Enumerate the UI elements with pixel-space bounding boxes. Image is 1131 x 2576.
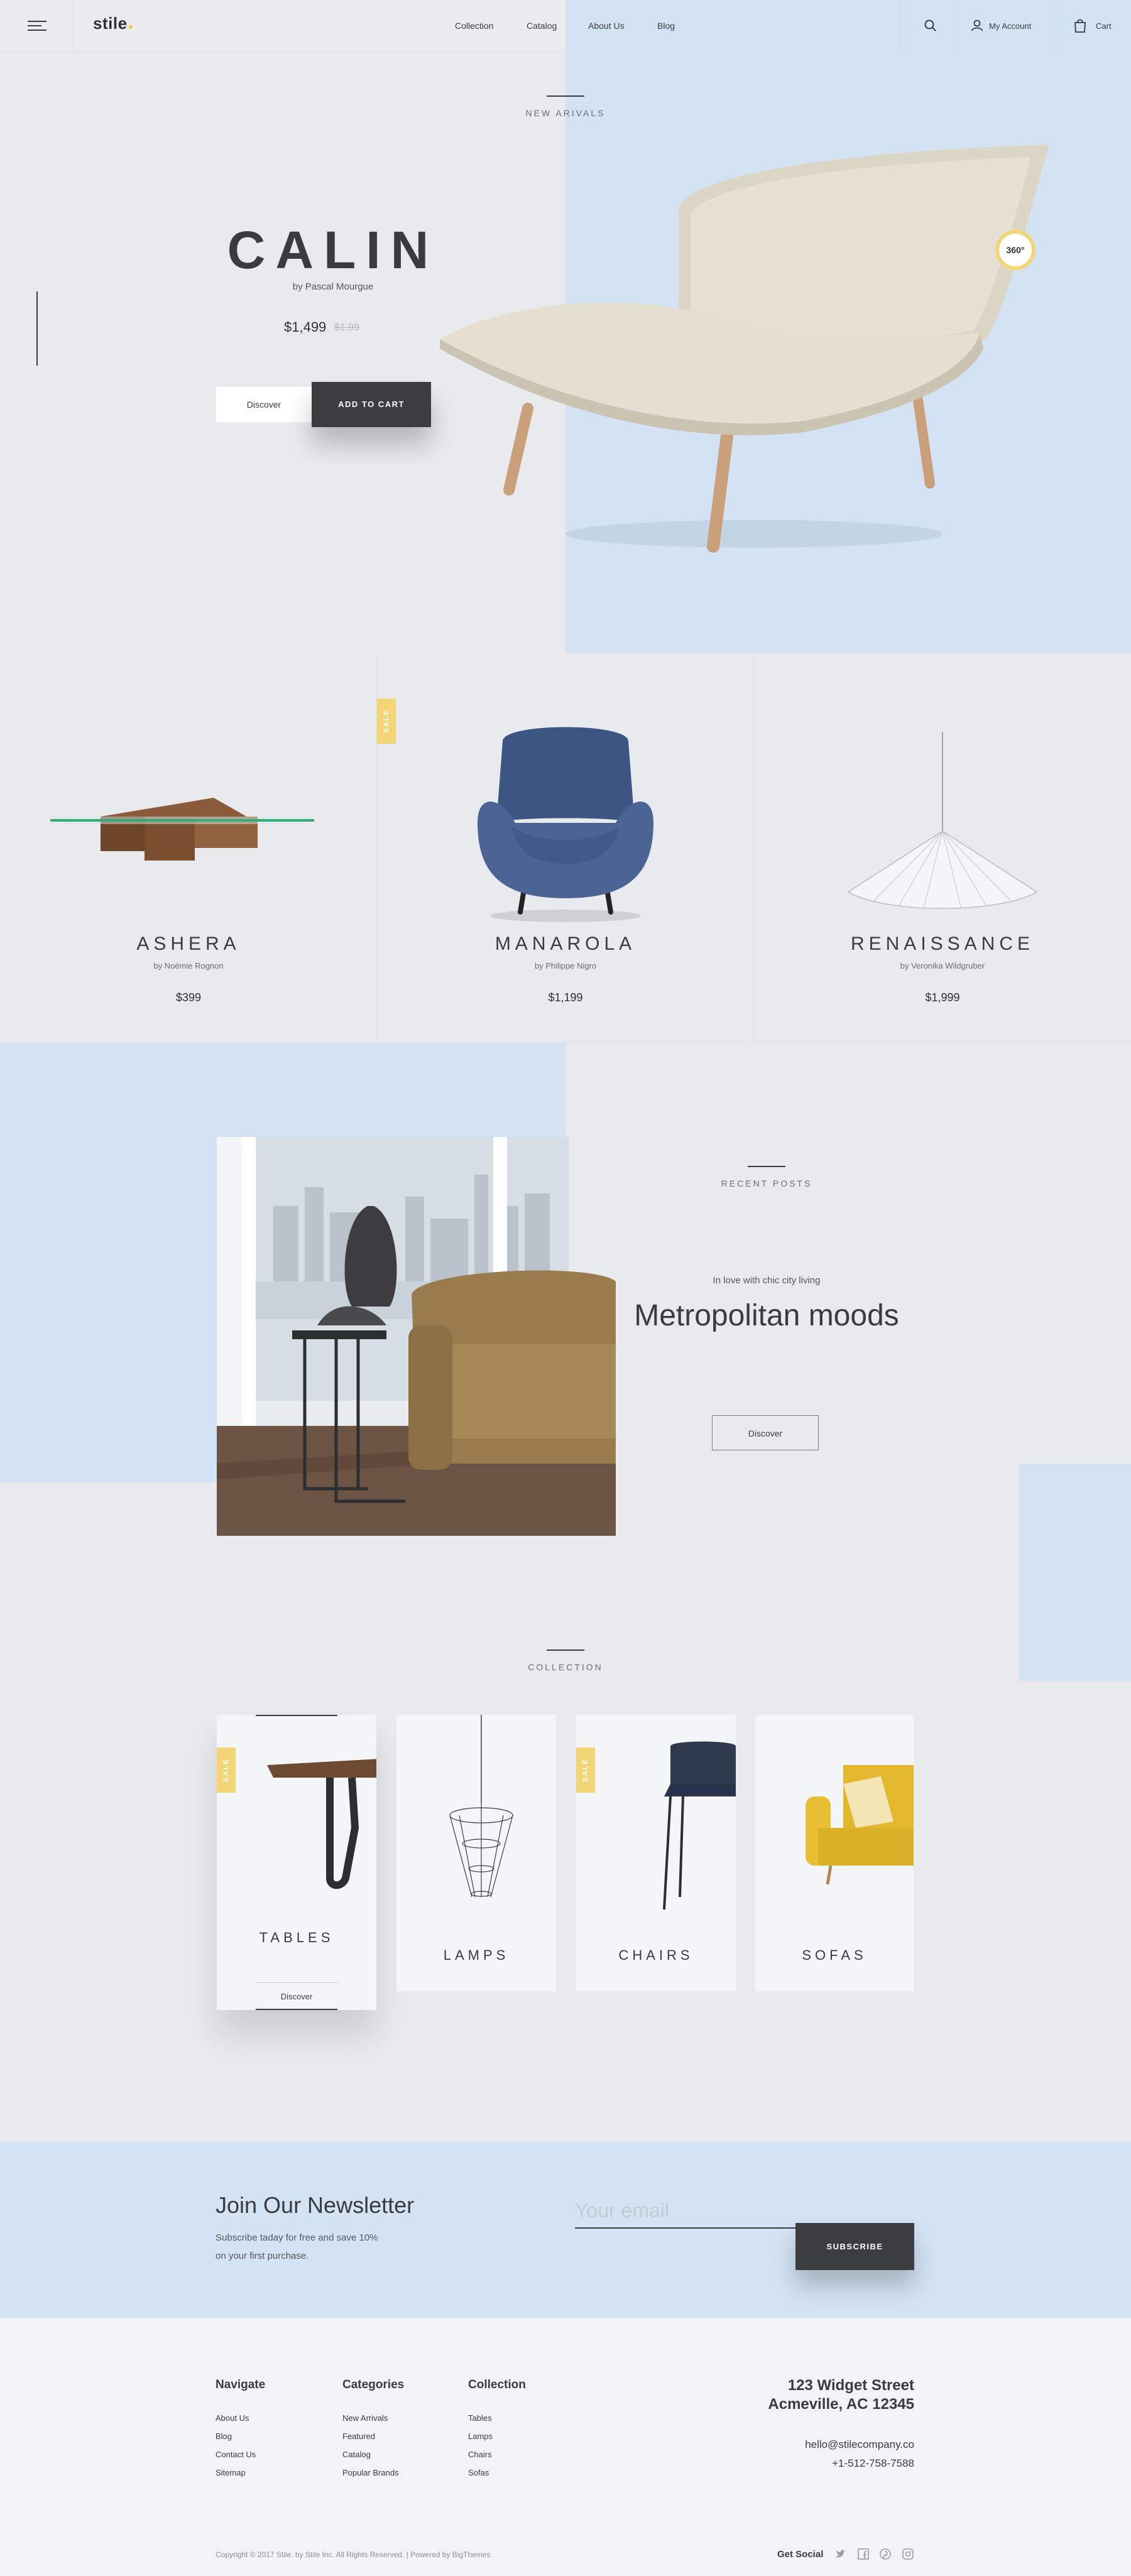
footer-link[interactable]: About Us [216, 2413, 249, 2423]
product-price: $1,999 [925, 991, 960, 1004]
footer-link[interactable]: Sitemap [216, 2468, 246, 2477]
footer-link[interactable]: Contact Us [216, 2450, 256, 2459]
footer: Navigate About Us Blog Contact Us Sitema… [0, 2318, 1131, 2576]
product-name: MANAROLA [494, 933, 637, 954]
footer-link[interactable]: Catalog [342, 2450, 371, 2459]
products-section: ASHERA by Noémie Rognon $399 SALE MANARO… [0, 653, 1131, 1043]
hero-discover-button[interactable]: Discover [216, 387, 312, 422]
post-subtitle: In love with chic city living [713, 1275, 821, 1286]
search-icon[interactable] [921, 16, 940, 35]
product-name: RENAISSANCE [850, 933, 1035, 954]
post-discover-button[interactable]: Discover [712, 1415, 819, 1450]
footer-column-title: Collection [468, 2378, 526, 2391]
sofas-image [806, 1765, 914, 1885]
recent-posts-eyebrow: RECENT POSTS [721, 1178, 812, 1188]
cart-icon[interactable] [1071, 16, 1090, 35]
lamps-image [449, 1715, 513, 1897]
newsletter-description-line: on your first purchase. [216, 2251, 309, 2261]
header-blue-strip [566, 0, 1131, 52]
hero-chair-image [440, 144, 1049, 553]
nav-about-us[interactable]: About Us [588, 21, 625, 31]
category-card-tables[interactable]: SALE TABLES Discover [217, 1715, 376, 2010]
sale-badge: SALE [576, 1747, 595, 1793]
section-rule [547, 95, 584, 97]
product-designer: by Philippe Nigro [534, 961, 597, 970]
category-discover-button[interactable]: Discover [256, 1982, 337, 2010]
view-360-button[interactable]: 360° [995, 230, 1035, 270]
address-line: 123 Widget Street [787, 2377, 914, 2394]
footer-link[interactable]: New Arrivals [342, 2413, 388, 2423]
product-price: $1,199 [548, 991, 583, 1004]
cart-link[interactable]: Cart [1096, 21, 1112, 31]
category-card-chairs[interactable]: SALE CHAIRS [576, 1715, 736, 1991]
footer-link[interactable]: Featured [342, 2432, 375, 2441]
sale-badge: SALE [217, 1747, 236, 1793]
product-price: $399 [175, 991, 202, 1004]
newsletter-description-line: Subscribe taday for free and save 10% [216, 2232, 378, 2243]
ashera-table-image [50, 798, 314, 861]
contact-email[interactable]: hello@stilecompany.co [805, 2438, 914, 2451]
header-divider [73, 0, 74, 52]
twitter-icon[interactable] [834, 2548, 847, 2560]
footer-link[interactable]: Sofas [468, 2468, 489, 2477]
facebook-icon[interactable] [857, 2548, 870, 2560]
hero-designer: by Pascal Mourgue [292, 281, 374, 292]
category-label: TABLES [259, 1930, 334, 1945]
category-card-lamps[interactable]: LAMPS [396, 1715, 556, 1991]
footer-column-title: Categories [342, 2378, 405, 2391]
contact-phone[interactable]: +1-512-758-7588 [832, 2457, 914, 2470]
header: stile Collection Catalog About Us Blog M… [0, 0, 1131, 52]
active-indicator [256, 1715, 337, 1716]
category-label: CHAIRS [618, 1947, 694, 1963]
pinterest-icon[interactable] [879, 2548, 892, 2560]
newsletter-section: Join Our Newsletter Subscribe taday for … [0, 2142, 1131, 2318]
chairs-image [663, 1741, 736, 1910]
section-rule [547, 1649, 584, 1651]
hero-title: CALIN [227, 220, 439, 280]
nav-collection[interactable]: Collection [455, 21, 493, 31]
product-card[interactable] [0, 653, 377, 1043]
decor-blue-block [1019, 1464, 1131, 1681]
footer-column-title: Navigate [216, 2378, 266, 2391]
post-title[interactable]: Metropolitan moods [628, 1297, 905, 1335]
footer-link[interactable]: Chairs [468, 2450, 492, 2459]
social-label: Get Social [777, 2549, 824, 2560]
renaissance-lamp-image [847, 732, 1038, 910]
slider-indicator[interactable] [36, 291, 38, 366]
nav-catalog[interactable]: Catalog [527, 21, 557, 31]
add-to-cart-button[interactable]: ADD TO CART [312, 382, 431, 427]
post-image[interactable] [217, 1137, 616, 1536]
hero-eyebrow: NEW ARIVALS [525, 108, 606, 118]
category-label: LAMPS [443, 1947, 510, 1963]
my-account-link[interactable]: My Account [989, 21, 1031, 31]
copyright: Copyright © 2017 Stile. by Stile Inc. Al… [216, 2550, 491, 2559]
hero-price: $1,499 [284, 319, 327, 335]
footer-link[interactable]: Popular Brands [342, 2468, 399, 2477]
nav-blog[interactable]: Blog [657, 21, 675, 31]
manarola-chair-image [478, 727, 653, 922]
logo[interactable]: stile [93, 14, 133, 33]
newsletter-title: Join Our Newsletter [216, 2192, 415, 2218]
product-name: ASHERA [136, 933, 241, 954]
section-rule [748, 1166, 785, 1167]
column-divider [753, 653, 754, 1043]
product-designer: by Veronika Wildgruber [900, 961, 985, 970]
instagram-icon[interactable] [902, 2548, 914, 2560]
hero-old-price: $1,99 [334, 322, 360, 333]
tables-image [267, 1759, 376, 1889]
user-icon[interactable] [968, 16, 986, 35]
category-card-sofas[interactable]: SOFAS [755, 1715, 914, 1991]
footer-link[interactable]: Lamps [468, 2432, 493, 2441]
collection-eyebrow: COLLECTION [528, 1662, 603, 1672]
subscribe-button[interactable]: SUBSCRIBE [795, 2223, 914, 2270]
address-line: Acmeville, AC 12345 [768, 2396, 914, 2413]
footer-link[interactable]: Blog [216, 2432, 232, 2441]
sale-badge: SALE [377, 698, 396, 744]
footer-link[interactable]: Tables [468, 2413, 492, 2423]
newsletter-description: Subscribe taday for free and save 10% on… [216, 2229, 404, 2265]
category-label: SOFAS [802, 1947, 867, 1963]
product-designer: by Noémie Rognon [153, 961, 224, 970]
menu-icon[interactable] [28, 21, 46, 31]
